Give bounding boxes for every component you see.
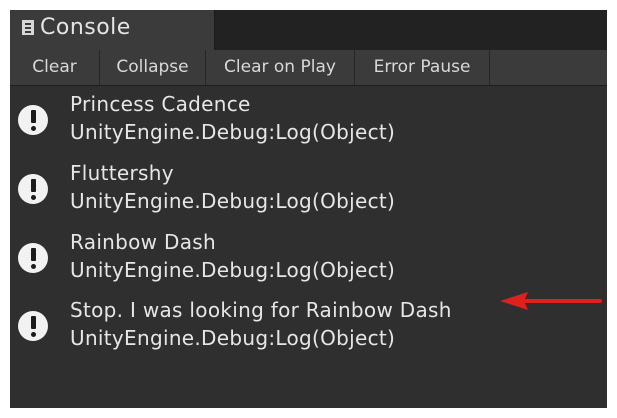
clear-button[interactable]: Clear xyxy=(10,50,100,85)
log-message: Fluttershy xyxy=(70,161,174,185)
info-icon xyxy=(18,105,48,135)
log-stack-trace: UnityEngine.Debug:Log(Object) xyxy=(70,258,396,282)
log-list: Princess Cadence UnityEngine.Debug:Log(O… xyxy=(10,86,607,408)
log-entry[interactable]: Fluttershy UnityEngine.Debug:Log(Object) xyxy=(10,157,607,225)
log-entry[interactable]: Rainbow Dash UnityEngine.Debug:Log(Objec… xyxy=(10,226,607,294)
log-message: Princess Cadence xyxy=(70,92,251,116)
log-entry[interactable]: Princess Cadence UnityEngine.Debug:Log(O… xyxy=(10,88,607,156)
tab-console-label: Console xyxy=(40,15,131,40)
log-message: Rainbow Dash xyxy=(70,230,216,254)
red-arrow-icon xyxy=(500,292,602,310)
clear-on-play-button[interactable]: Clear on Play xyxy=(206,50,355,85)
log-stack-trace: UnityEngine.Debug:Log(Object) xyxy=(70,326,396,350)
console-document-icon xyxy=(22,20,34,35)
tab-console[interactable]: Console xyxy=(10,10,215,50)
log-stack-trace: UnityEngine.Debug:Log(Object) xyxy=(70,120,396,144)
info-icon xyxy=(18,243,48,273)
info-icon xyxy=(18,174,48,204)
console-window: Console Clear Collapse Clear on Play Err… xyxy=(10,10,607,408)
info-icon xyxy=(18,311,48,341)
console-toolbar: Clear Collapse Clear on Play Error Pause xyxy=(10,50,607,86)
collapse-button[interactable]: Collapse xyxy=(100,50,206,85)
log-stack-trace: UnityEngine.Debug:Log(Object) xyxy=(70,189,396,213)
error-pause-button[interactable]: Error Pause xyxy=(355,50,490,85)
log-message: Stop. I was looking for Rainbow Dash xyxy=(70,298,452,322)
tab-bar: Console xyxy=(10,10,607,50)
